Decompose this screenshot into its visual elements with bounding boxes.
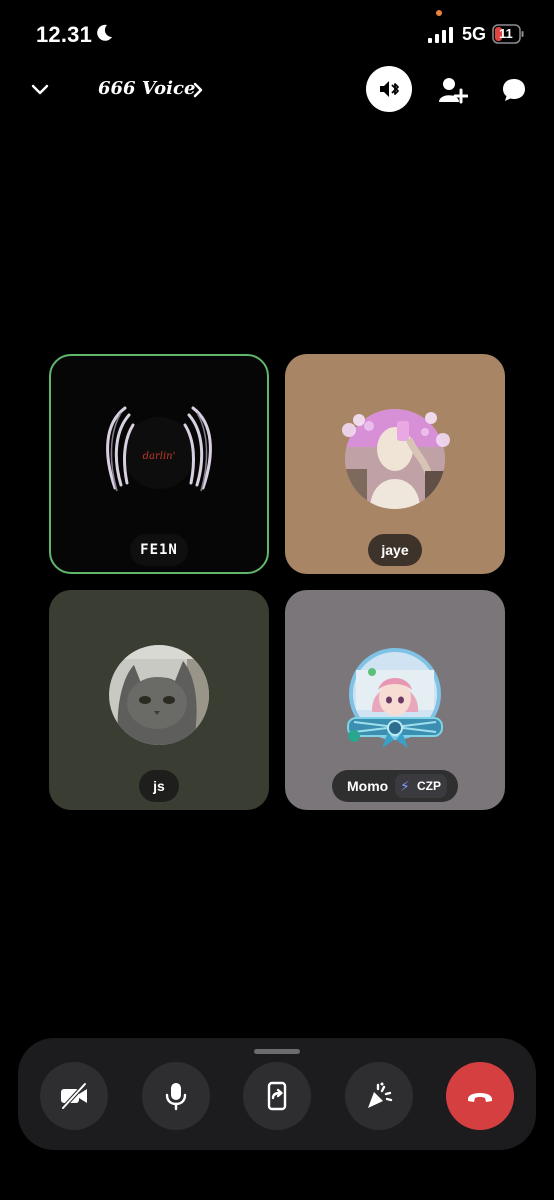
end-call-button[interactable] — [446, 1062, 514, 1130]
battery-level: 11 — [499, 26, 513, 41]
participant-name: js — [139, 770, 179, 802]
chevron-right-icon[interactable] — [190, 80, 206, 100]
participant-tile[interactable]: darlin' FE1N — [49, 354, 269, 574]
anime-avatar-image — [347, 648, 443, 748]
end-call-icon — [468, 1093, 492, 1102]
participant-name: jaye — [368, 534, 422, 566]
audio-output-button[interactable] — [366, 66, 412, 112]
lightning-icon: ⚡ — [400, 778, 410, 794]
call-header: 666 Voice — [0, 66, 554, 114]
chat-icon[interactable] — [500, 76, 528, 104]
microphone-button[interactable] — [142, 1062, 210, 1130]
call-controls-dock — [18, 1038, 536, 1150]
participant-tile[interactable]: Momo ⚡ CZP — [285, 590, 505, 810]
cat-avatar-image — [109, 645, 209, 745]
screen-share-button[interactable] — [243, 1062, 311, 1130]
participant-tile[interactable]: jaye — [285, 354, 505, 574]
avatar-caption: darlin' — [143, 451, 176, 462]
avatar — [342, 648, 448, 754]
chevron-down-icon[interactable] — [28, 80, 52, 100]
camera-off-icon — [61, 1082, 87, 1110]
screen-share-icon — [267, 1081, 287, 1111]
avatar — [109, 645, 209, 745]
participant-name: Momo ⚡ CZP — [332, 770, 458, 802]
participant-name-text: FE1N — [140, 542, 178, 558]
network-label: 5G — [462, 24, 487, 44]
signal-icon — [428, 27, 453, 43]
add-user-icon[interactable] — [438, 76, 468, 104]
status-bar: 12.31 5G 11 — [0, 0, 554, 70]
activity-icon — [368, 1082, 393, 1108]
avatar: darlin' — [95, 403, 223, 503]
wings-avatar-image: darlin' — [106, 406, 212, 492]
privacy-indicator-dot — [436, 10, 442, 16]
speaker-bluetooth-icon — [380, 81, 399, 97]
participant-name-text: Momo — [347, 778, 389, 794]
participant-name-text: js — [153, 778, 165, 794]
dock-drag-handle[interactable] — [254, 1049, 300, 1054]
participant-name: FE1N — [130, 534, 188, 566]
camera-toggle-button[interactable] — [40, 1062, 108, 1130]
activities-button[interactable] — [345, 1062, 413, 1130]
server-tag-badge: ⚡ CZP — [395, 774, 447, 798]
server-tag-label: CZP — [417, 779, 441, 793]
participant-tile[interactable]: js — [49, 590, 269, 810]
microphone-icon — [165, 1083, 187, 1111]
bubble-frame-decoration — [342, 412, 450, 447]
participant-name-text: jaye — [381, 542, 409, 558]
channel-name[interactable]: 666 Voice — [98, 78, 195, 99]
status-time: 12.31 — [36, 22, 93, 47]
moon-icon — [97, 24, 112, 41]
